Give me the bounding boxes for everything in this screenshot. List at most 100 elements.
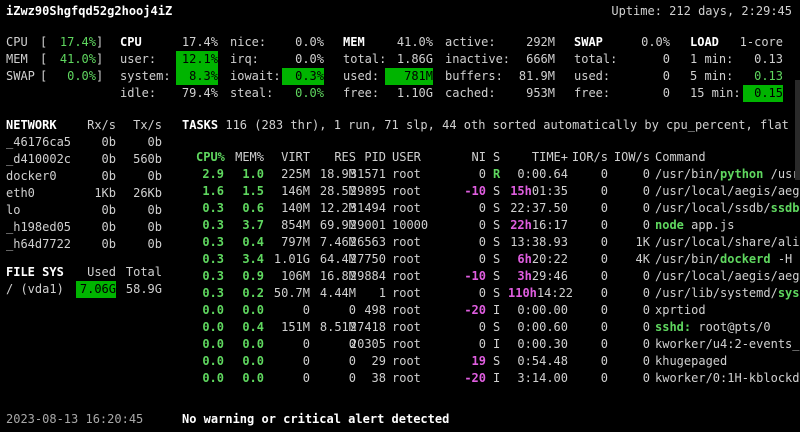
process-command-path: /usr/bin/ — [655, 252, 721, 266]
process-status: S — [493, 354, 501, 368]
mem-cached-label: cached: — [445, 86, 496, 100]
process-virt: 0 — [302, 303, 310, 317]
process-row[interactable]: 1.6 1.5 146M 28.5M 29895 root -10 S 15h01:35 0 0/u… — [0, 183, 800, 200]
process-time: 22:37.50 — [508, 200, 568, 217]
process-iow: 0 — [642, 269, 650, 283]
process-iow: 0 — [642, 303, 650, 317]
process-mem: 0.9 — [242, 269, 264, 283]
process-command-path: /usr/local/aegis/aeg — [655, 269, 800, 283]
process-pid: 27418 — [349, 320, 386, 334]
process-command-name: sys — [777, 286, 800, 300]
cpu-steal-value: 0.0% — [295, 86, 324, 100]
cpu-idle-value: 79.4% — [181, 86, 218, 100]
process-virt: 50.7M — [273, 286, 310, 300]
process-ior: 0 — [600, 235, 608, 249]
process-row[interactable]: 0.0 0.0 0 0 20305 root 0 I 0:00.30 0 0 kworker/u4:2… — [0, 336, 800, 353]
mem-active-value: 292M — [526, 35, 555, 49]
cpu-steal-label: steal: — [230, 86, 274, 100]
cpu-nice-label: nice: — [230, 35, 267, 49]
glances-terminal[interactable]: iZwz90Shgfqd52g2hooj4iZ Uptime: 212 days… — [0, 0, 800, 432]
header-ior[interactable]: IOR/s — [568, 149, 608, 166]
process-row[interactable]: 2.9 1.0 225M 18.9M 31571 root 0 R 0:00.64 0 0/usr/… — [0, 166, 800, 183]
process-pid: 29 — [371, 354, 386, 368]
header-pid[interactable]: PID — [346, 149, 386, 166]
process-time-value: 01:35 — [531, 184, 568, 198]
header-cpu[interactable]: CPU% — [196, 149, 225, 166]
process-row[interactable]: 0.0 0.0 0 0 498 root -20 I 0:00.00 0 0 xprtiod — [0, 302, 800, 319]
process-iow: 0 — [642, 167, 650, 181]
process-row[interactable]: 0.0 0.0 0 0 29 root 19 S 0:54.48 0 0 khugepaged — [0, 353, 800, 370]
window-scrollbar[interactable] — [795, 80, 800, 180]
process-row[interactable]: 0.3 3.4 1.01G 64.4M 27750 root 0 S 6h20:22 0 4K/us… — [0, 251, 800, 268]
cpu-title: CPU — [120, 35, 142, 49]
header-user[interactable]: USER — [392, 149, 421, 166]
process-virt: 1.01G — [273, 252, 310, 266]
process-row[interactable]: 0.0 0.4 151M 8.51M 27418 root 0 S 0:00.60 0 0 sshd:… — [0, 319, 800, 336]
process-nice: -20 — [464, 371, 486, 385]
tasks-summary: TASKS 116 (283 thr), 1 run, 71 slp, 44 o… — [182, 117, 800, 134]
process-row[interactable]: 0.3 0.9 106M 16.8M 29884 root -10 S 3h29:46 0 0/us… — [0, 268, 800, 285]
process-command-path: /usr/local/aegis/aeg — [655, 184, 800, 198]
process-time-hours: 15h — [510, 184, 532, 198]
header-iow[interactable]: IOW/s — [608, 149, 650, 166]
process-mem: 1.0 — [242, 167, 264, 181]
process-user: root — [392, 286, 421, 300]
process-virt: 151M — [281, 320, 310, 334]
header-ni[interactable]: NI — [460, 149, 486, 166]
process-nice: 0 — [478, 320, 486, 334]
process-nice: 0 — [478, 337, 486, 351]
process-virt: 854M — [281, 218, 310, 232]
process-time: 0:00.00 — [508, 302, 568, 319]
process-user: root — [392, 337, 421, 351]
header-command[interactable]: Command — [655, 149, 706, 166]
process-virt: 140M — [281, 201, 310, 215]
process-status: S — [493, 252, 501, 266]
process-time-hours: 3h — [517, 269, 532, 283]
mem-inactive-value: 666M — [526, 52, 555, 66]
process-command-path: /usr/local/ssdb/ — [655, 201, 771, 215]
process-row[interactable]: 0.3 0.2 50.7M 4.44M 1 root 0 S 110h14:22 0 0/usr/l… — [0, 285, 800, 302]
process-mem: 0.4 — [242, 320, 264, 334]
quick-swap-label: SWAP — [6, 69, 35, 83]
process-row[interactable]: 0.0 0.0 0 0 38 root -20 I 3:14.00 0 0 kworker/0:1H-… — [0, 370, 800, 387]
process-status: S — [493, 218, 501, 232]
process-pid: 31494 — [349, 201, 386, 215]
process-row[interactable]: 0.3 0.6 140M 12.2M 31494 root 0 S 22:37.50 0 0/usr… — [0, 200, 800, 217]
process-command: sshd: root@pts/0 — [655, 319, 800, 336]
mem-pct: 41.0% — [396, 35, 433, 49]
process-user: root — [392, 354, 421, 368]
header-time[interactable]: TIME+ — [508, 149, 568, 166]
process-user: root — [392, 252, 421, 266]
process-row[interactable]: 0.3 3.7 854M 69.9M 29001 10000 0 S 22h16:17 0 0 nod… — [0, 217, 800, 234]
process-ior: 0 — [600, 252, 608, 266]
process-user: 10000 — [392, 218, 429, 232]
header-mem[interactable]: MEM% — [228, 149, 264, 166]
process-virt: 0 — [302, 371, 310, 385]
process-mem: 3.4 — [242, 252, 264, 266]
process-nice: 0 — [478, 167, 486, 181]
process-virt: 225M — [281, 167, 310, 181]
process-time-hours: 110h — [508, 286, 537, 300]
hostname: iZwz90Shgfqd52g2hooj4iZ — [6, 4, 173, 18]
header-virt[interactable]: VIRT — [268, 149, 310, 166]
process-iow: 1K — [635, 235, 650, 249]
cpu-user-label: user: — [120, 52, 157, 66]
process-time: 13:38.93 — [508, 234, 568, 251]
process-status: I — [493, 371, 501, 385]
quick-mem-value: 41.0% — [59, 52, 96, 66]
process-status: I — [493, 303, 501, 317]
process-iow: 0 — [642, 184, 650, 198]
process-pid: 38 — [371, 371, 386, 385]
footer-datetime: 2023-08-13 16:20:45 — [6, 412, 144, 426]
process-nice: 0 — [478, 252, 486, 266]
process-row[interactable]: 0.3 0.4 797M 7.46M 26563 root 0 S 13:38.93 0 1K/us… — [0, 234, 800, 251]
process-pid: 26563 — [349, 235, 386, 249]
process-command-args: app.js — [683, 218, 735, 232]
process-iow: 0 — [642, 218, 650, 232]
process-mem: 0.4 — [242, 235, 264, 249]
mem-title: MEM — [343, 35, 365, 49]
process-pid: 29001 — [349, 218, 386, 232]
process-command-name: python — [720, 167, 764, 181]
process-iow: 0 — [642, 286, 650, 300]
header-s[interactable]: S — [493, 149, 500, 166]
